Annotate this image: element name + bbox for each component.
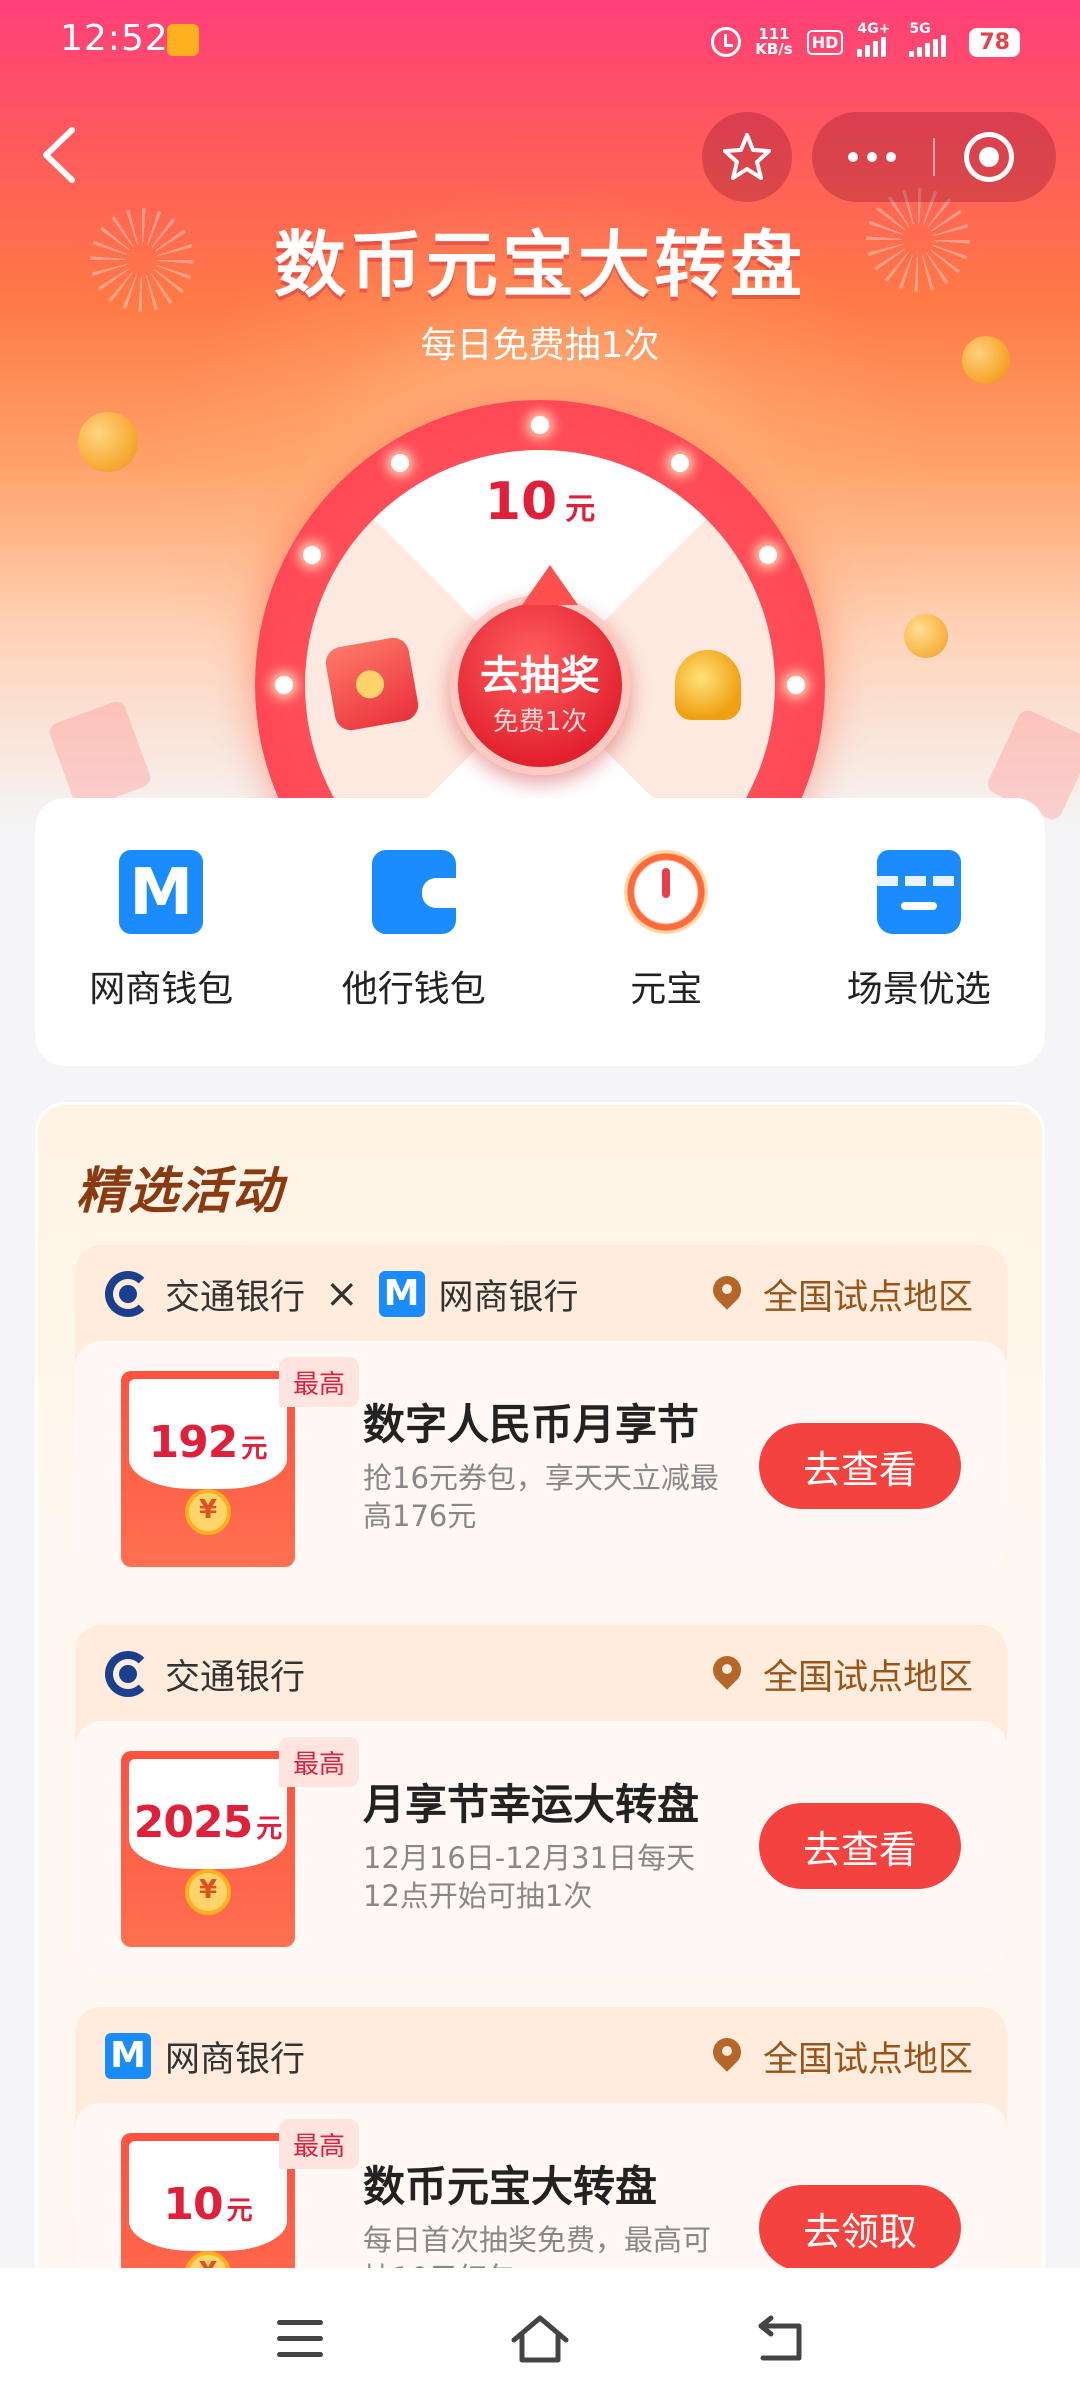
- system-nav-bar: [0, 2268, 1080, 2400]
- packet-amount: 2025 元: [133, 1797, 283, 1848]
- activity-name: 月享节幸运大转盘: [363, 1780, 700, 1829]
- wheel-light: [671, 454, 689, 472]
- mybank-logo-icon: [378, 1271, 425, 1317]
- wheel-light: [787, 676, 805, 694]
- quick-entry-card: 网商钱包 他行钱包 元宝 场景优选: [35, 798, 1045, 1066]
- signal-5g-icon: 5G: [909, 21, 955, 57]
- wheel-light: [275, 676, 293, 694]
- battery-indicator: 78: [969, 27, 1020, 57]
- packet-amount: 10 元: [163, 2179, 253, 2230]
- network-speed: 111 KB/s: [755, 25, 793, 58]
- page-subtitle: 每日免费抽1次: [420, 325, 660, 366]
- coin-decoration: [78, 412, 138, 472]
- coin-seal-icon: [185, 1869, 231, 1915]
- close-miniapp-button[interactable]: [964, 132, 1014, 182]
- hero-banner: 12:52 111 KB/s HD 4G+ 5G 78 数币元宝大转盘 每日免费…: [0, 0, 1080, 900]
- quick-entry-yuanbao[interactable]: 元宝: [540, 850, 793, 1066]
- mybank-wallet-icon: [119, 850, 204, 934]
- bank-partners: 交通银行: [105, 1649, 305, 1699]
- draw-button[interactable]: 去抽奖 免费1次: [450, 565, 630, 775]
- max-badge: 最高: [279, 1737, 359, 1787]
- max-badge: 最高: [279, 2119, 359, 2169]
- activity-name: 数币元宝大转盘: [363, 2162, 658, 2211]
- miniapp-capsule: [812, 112, 1056, 202]
- page-title: 数币元宝大转盘: [273, 223, 806, 307]
- notification-app-icon: [167, 24, 199, 56]
- quick-entry-scene-picks[interactable]: 场景优选: [793, 850, 1046, 1066]
- activity-card-header: 网商银行 全国试点地区: [75, 2007, 1007, 2103]
- section-title: 精选活动: [76, 1162, 284, 1220]
- bank-partners: 交通银行 × 网商银行: [105, 1269, 579, 1319]
- location-pin-icon: [713, 1276, 741, 1312]
- recents-menu-button[interactable]: [277, 2320, 323, 2360]
- chevron-left-icon: [43, 127, 75, 183]
- activity-desc: 12月16日-12月31日每天12点开始可抽1次: [363, 1841, 696, 1913]
- status-bar: 12:52 111 KB/s HD 4G+ 5G 78: [0, 0, 1080, 84]
- packet-amount: 192 元: [148, 1417, 268, 1468]
- coin-decoration: [904, 614, 948, 658]
- system-back-button[interactable]: [755, 2314, 805, 2364]
- wheel-light: [531, 416, 549, 434]
- coin-seal-icon: [185, 1489, 231, 1535]
- home-button[interactable]: [510, 2314, 570, 2364]
- bankcomm-logo-icon: [105, 1271, 151, 1317]
- red-packet-icon: 192 元: [121, 1371, 295, 1567]
- capsule-divider: [933, 138, 935, 176]
- region-label: 全国试点地区: [713, 1269, 973, 1319]
- more-dots-icon: [848, 152, 858, 162]
- activity-card-body: 2025元 最高 月享节幸运大转盘 12月16日-12月31日每天12点开始可抽…: [75, 1721, 1007, 1975]
- activity-desc: 抢16元券包，享天天立减最高176元: [363, 1461, 719, 1533]
- signal-4g-icon: 4G+: [857, 21, 895, 57]
- activity-card-header: 交通银行 全国试点地区: [75, 1625, 1007, 1721]
- activity-card-header: 交通银行 × 网商银行 全国试点地区: [75, 1245, 1007, 1341]
- wheel-light: [391, 454, 409, 472]
- red-envelope-decoration: [47, 699, 153, 811]
- location-pin-icon: [713, 1656, 741, 1692]
- gold-ingot-prize-icon: [675, 650, 741, 720]
- featured-activities-section: 精选活动 交通银行 × 网商银行 全国试点地区 192元 最高 数字人民币月享: [35, 1102, 1045, 2400]
- view-button[interactable]: 去查看: [759, 1803, 961, 1889]
- quick-entry-mybank-wallet[interactable]: 网商钱包: [35, 850, 288, 1066]
- more-button[interactable]: [812, 112, 932, 202]
- claim-button[interactable]: 去领取: [759, 2185, 961, 2271]
- return-icon: [758, 2315, 802, 2361]
- star-icon: [723, 133, 771, 180]
- activity-name: 数字人民币月享节: [363, 1400, 700, 1449]
- view-button[interactable]: 去查看: [759, 1423, 961, 1509]
- wheel-light: [303, 546, 321, 564]
- bank-partners: 网商银行: [105, 2031, 305, 2081]
- back-button[interactable]: [30, 120, 90, 190]
- shop-icon: [876, 850, 961, 934]
- wheel-prize-label: 10 元: [484, 472, 596, 532]
- home-icon: [511, 2315, 569, 2363]
- activity-card[interactable]: 交通银行 全国试点地区 2025元 最高 月享节幸运大转盘 12月16日-12月…: [75, 1625, 1007, 1975]
- status-time: 12:52: [60, 18, 169, 59]
- region-label: 全国试点地区: [713, 2031, 973, 2081]
- ingot-dial-icon: [624, 850, 709, 934]
- hd-volte-icon: HD: [806, 29, 844, 55]
- activity-card[interactable]: 交通银行 × 网商银行 全国试点地区 192元 最高 数字人民币月享节 抢16元…: [75, 1245, 1007, 1571]
- status-icons: 111 KB/s HD 4G+ 5G 78: [711, 21, 1020, 62]
- region-label: 全国试点地区: [713, 1649, 973, 1699]
- bankcomm-logo-icon: [105, 1651, 151, 1697]
- red-envelope-prize-icon: [323, 635, 421, 733]
- alarm-icon: [711, 27, 742, 57]
- red-packet-icon: 2025 元: [121, 1751, 295, 1947]
- wheel-light: [759, 546, 777, 564]
- wheel-pointer-icon: [522, 565, 578, 605]
- wallet-icon: [371, 850, 456, 934]
- mybank-logo-icon: [105, 2033, 151, 2079]
- cross-icon: ×: [325, 1271, 359, 1317]
- max-badge: 最高: [279, 1357, 359, 1407]
- activity-card-body: 192元 最高 数字人民币月享节 抢16元券包，享天天立减最高176元 去查看: [75, 1341, 1007, 1571]
- menu-icon: [277, 2320, 323, 2325]
- favorite-button[interactable]: [702, 112, 792, 202]
- quick-entry-other-wallet[interactable]: 他行钱包: [288, 850, 541, 1066]
- location-pin-icon: [713, 2038, 741, 2074]
